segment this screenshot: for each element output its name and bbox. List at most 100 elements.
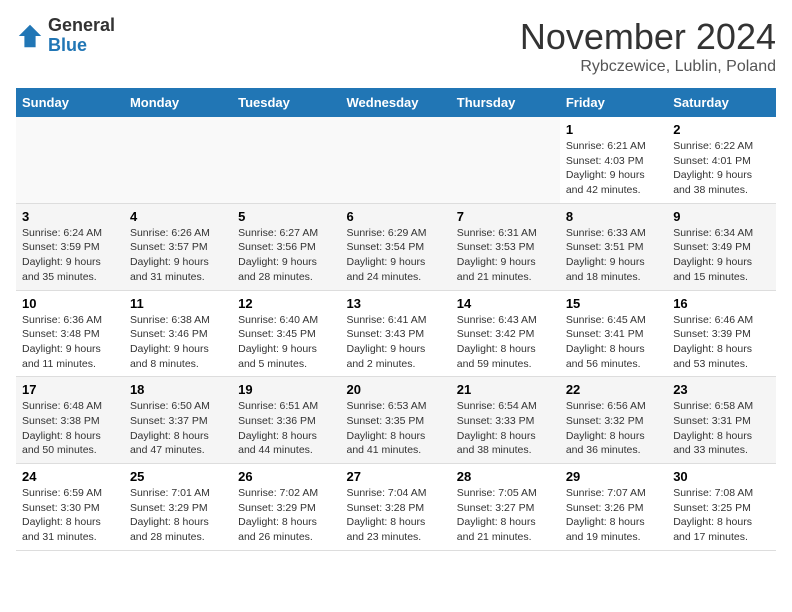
day-number: 20 xyxy=(347,382,445,397)
calendar-cell: 7 Sunrise: 6:31 AMSunset: 3:53 PMDaylight… xyxy=(451,203,560,290)
weekday-header-wednesday: Wednesday xyxy=(341,88,451,117)
calendar-cell xyxy=(451,117,560,203)
calendar-cell: 16Sunrise: 6:46 AMSunset: 3:39 PMDayligh… xyxy=(667,290,776,377)
week-row-3: 10Sunrise: 6:36 AMSunset: 3:48 PMDayligh… xyxy=(16,290,776,377)
day-info: Sunrise: 6:34 AMSunset: 3:49 PMDaylight:… xyxy=(673,226,770,285)
month-title: November 2024 xyxy=(520,16,776,58)
calendar-cell xyxy=(232,117,340,203)
calendar-cell: 4 Sunrise: 6:26 AMSunset: 3:57 PMDaylight… xyxy=(124,203,232,290)
day-info: Sunrise: 7:08 AMSunset: 3:25 PMDaylight:… xyxy=(673,486,770,545)
calendar-cell: 26 Sunrise: 7:02 AMSunset: 3:29 PMDayligh… xyxy=(232,464,340,551)
calendar-cell: 12 Sunrise: 6:40 AMSunset: 3:45 PMDayligh… xyxy=(232,290,340,377)
day-info: Sunrise: 6:46 AMSunset: 3:39 PMDaylight:… xyxy=(673,313,770,372)
day-info: Sunrise: 6:59 AMSunset: 3:30 PMDaylight:… xyxy=(22,486,118,545)
day-number: 22 xyxy=(566,382,661,397)
day-info: Sunrise: 6:56 AMSunset: 3:32 PMDaylight:… xyxy=(566,399,661,458)
day-info: Sunrise: 6:40 AMSunset: 3:45 PMDaylight:… xyxy=(238,313,334,372)
day-info: Sunrise: 7:07 AMSunset: 3:26 PMDaylight:… xyxy=(566,486,661,545)
calendar-cell: 22 Sunrise: 6:56 AMSunset: 3:32 PMDayligh… xyxy=(560,377,667,464)
day-info: Sunrise: 6:38 AMSunset: 3:46 PMDaylight:… xyxy=(130,313,226,372)
location-title: Rybczewice, Lublin, Poland xyxy=(520,58,776,76)
logo: General Blue xyxy=(16,16,115,56)
weekday-header-tuesday: Tuesday xyxy=(232,88,340,117)
day-number: 15 xyxy=(566,296,661,311)
day-info: Sunrise: 6:43 AMSunset: 3:42 PMDaylight:… xyxy=(457,313,554,372)
calendar-cell: 25Sunrise: 7:01 AMSunset: 3:29 PMDayligh… xyxy=(124,464,232,551)
day-number: 8 xyxy=(566,209,661,224)
day-number: 6 xyxy=(347,209,445,224)
calendar-cell: 21 Sunrise: 6:54 AMSunset: 3:33 PMDayligh… xyxy=(451,377,560,464)
day-info: Sunrise: 6:21 AMSunset: 4:03 PMDaylight:… xyxy=(566,139,661,198)
weekday-header-friday: Friday xyxy=(560,88,667,117)
day-info: Sunrise: 6:41 AMSunset: 3:43 PMDaylight:… xyxy=(347,313,445,372)
day-info: Sunrise: 6:26 AMSunset: 3:57 PMDaylight:… xyxy=(130,226,226,285)
week-row-2: 3Sunrise: 6:24 AMSunset: 3:59 PMDaylight… xyxy=(16,203,776,290)
calendar-cell: 1 Sunrise: 6:21 AMSunset: 4:03 PMDaylight… xyxy=(560,117,667,203)
day-number: 19 xyxy=(238,382,334,397)
weekday-header-row: SundayMondayTuesdayWednesdayThursdayFrid… xyxy=(16,88,776,117)
calendar-cell: 24 Sunrise: 6:59 AMSunset: 3:30 PMDayligh… xyxy=(16,464,124,551)
calendar-cell xyxy=(16,117,124,203)
day-info: Sunrise: 7:01 AMSunset: 3:29 PMDaylight:… xyxy=(130,486,226,545)
day-info: Sunrise: 6:45 AMSunset: 3:41 PMDaylight:… xyxy=(566,313,661,372)
weekday-header-sunday: Sunday xyxy=(16,88,124,117)
day-number: 18 xyxy=(130,382,226,397)
day-number: 21 xyxy=(457,382,554,397)
week-row-1: 1 Sunrise: 6:21 AMSunset: 4:03 PMDaylight… xyxy=(16,117,776,203)
day-info: Sunrise: 6:54 AMSunset: 3:33 PMDaylight:… xyxy=(457,399,554,458)
calendar-cell: 2Sunrise: 6:22 AMSunset: 4:01 PMDaylight… xyxy=(667,117,776,203)
calendar-cell: 18 Sunrise: 6:50 AMSunset: 3:37 PMDayligh… xyxy=(124,377,232,464)
calendar-cell: 20 Sunrise: 6:53 AMSunset: 3:35 PMDayligh… xyxy=(341,377,451,464)
weekday-header-thursday: Thursday xyxy=(451,88,560,117)
day-info: Sunrise: 6:50 AMSunset: 3:37 PMDaylight:… xyxy=(130,399,226,458)
day-info: Sunrise: 7:02 AMSunset: 3:29 PMDaylight:… xyxy=(238,486,334,545)
day-info: Sunrise: 6:48 AMSunset: 3:38 PMDaylight:… xyxy=(22,399,118,458)
day-info: Sunrise: 6:29 AMSunset: 3:54 PMDaylight:… xyxy=(347,226,445,285)
day-info: Sunrise: 6:31 AMSunset: 3:53 PMDaylight:… xyxy=(457,226,554,285)
day-number: 9 xyxy=(673,209,770,224)
day-number: 24 xyxy=(22,469,118,484)
day-info: Sunrise: 6:22 AMSunset: 4:01 PMDaylight:… xyxy=(673,139,770,198)
calendar-cell: 9 Sunrise: 6:34 AMSunset: 3:49 PMDaylight… xyxy=(667,203,776,290)
day-number: 7 xyxy=(457,209,554,224)
calendar-cell xyxy=(124,117,232,203)
day-number: 1 xyxy=(566,122,661,137)
calendar-cell: 8 Sunrise: 6:33 AMSunset: 3:51 PMDaylight… xyxy=(560,203,667,290)
calendar-cell: 19Sunrise: 6:51 AMSunset: 3:36 PMDayligh… xyxy=(232,377,340,464)
week-row-4: 17 Sunrise: 6:48 AMSunset: 3:38 PMDayligh… xyxy=(16,377,776,464)
day-number: 29 xyxy=(566,469,661,484)
calendar-cell: 11Sunrise: 6:38 AMSunset: 3:46 PMDayligh… xyxy=(124,290,232,377)
day-info: Sunrise: 6:58 AMSunset: 3:31 PMDaylight:… xyxy=(673,399,770,458)
day-info: Sunrise: 6:53 AMSunset: 3:35 PMDaylight:… xyxy=(347,399,445,458)
day-number: 23 xyxy=(673,382,770,397)
day-info: Sunrise: 7:04 AMSunset: 3:28 PMDaylight:… xyxy=(347,486,445,545)
logo-icon xyxy=(16,22,44,50)
calendar-cell: 10Sunrise: 6:36 AMSunset: 3:48 PMDayligh… xyxy=(16,290,124,377)
day-number: 28 xyxy=(457,469,554,484)
header: General Blue November 2024 Rybczewice, L… xyxy=(16,16,776,76)
calendar-cell: 6 Sunrise: 6:29 AMSunset: 3:54 PMDaylight… xyxy=(341,203,451,290)
day-number: 3 xyxy=(22,209,118,224)
day-number: 10 xyxy=(22,296,118,311)
logo-general-text: General xyxy=(48,16,115,36)
calendar-table: SundayMondayTuesdayWednesdayThursdayFrid… xyxy=(16,88,776,551)
day-number: 14 xyxy=(457,296,554,311)
week-row-5: 24 Sunrise: 6:59 AMSunset: 3:30 PMDayligh… xyxy=(16,464,776,551)
calendar-cell: 13Sunrise: 6:41 AMSunset: 3:43 PMDayligh… xyxy=(341,290,451,377)
day-info: Sunrise: 6:27 AMSunset: 3:56 PMDaylight:… xyxy=(238,226,334,285)
weekday-header-monday: Monday xyxy=(124,88,232,117)
calendar-cell: 15 Sunrise: 6:45 AMSunset: 3:41 PMDayligh… xyxy=(560,290,667,377)
day-number: 26 xyxy=(238,469,334,484)
calendar-cell: 5Sunrise: 6:27 AMSunset: 3:56 PMDaylight… xyxy=(232,203,340,290)
day-number: 17 xyxy=(22,382,118,397)
calendar-cell: 27 Sunrise: 7:04 AMSunset: 3:28 PMDayligh… xyxy=(341,464,451,551)
day-number: 30 xyxy=(673,469,770,484)
day-info: Sunrise: 7:05 AMSunset: 3:27 PMDaylight:… xyxy=(457,486,554,545)
day-info: Sunrise: 6:33 AMSunset: 3:51 PMDaylight:… xyxy=(566,226,661,285)
calendar-cell: 30 Sunrise: 7:08 AMSunset: 3:25 PMDayligh… xyxy=(667,464,776,551)
logo-blue-text: Blue xyxy=(48,36,115,56)
day-number: 4 xyxy=(130,209,226,224)
day-number: 12 xyxy=(238,296,334,311)
title-area: November 2024 Rybczewice, Lublin, Poland xyxy=(520,16,776,76)
day-number: 27 xyxy=(347,469,445,484)
